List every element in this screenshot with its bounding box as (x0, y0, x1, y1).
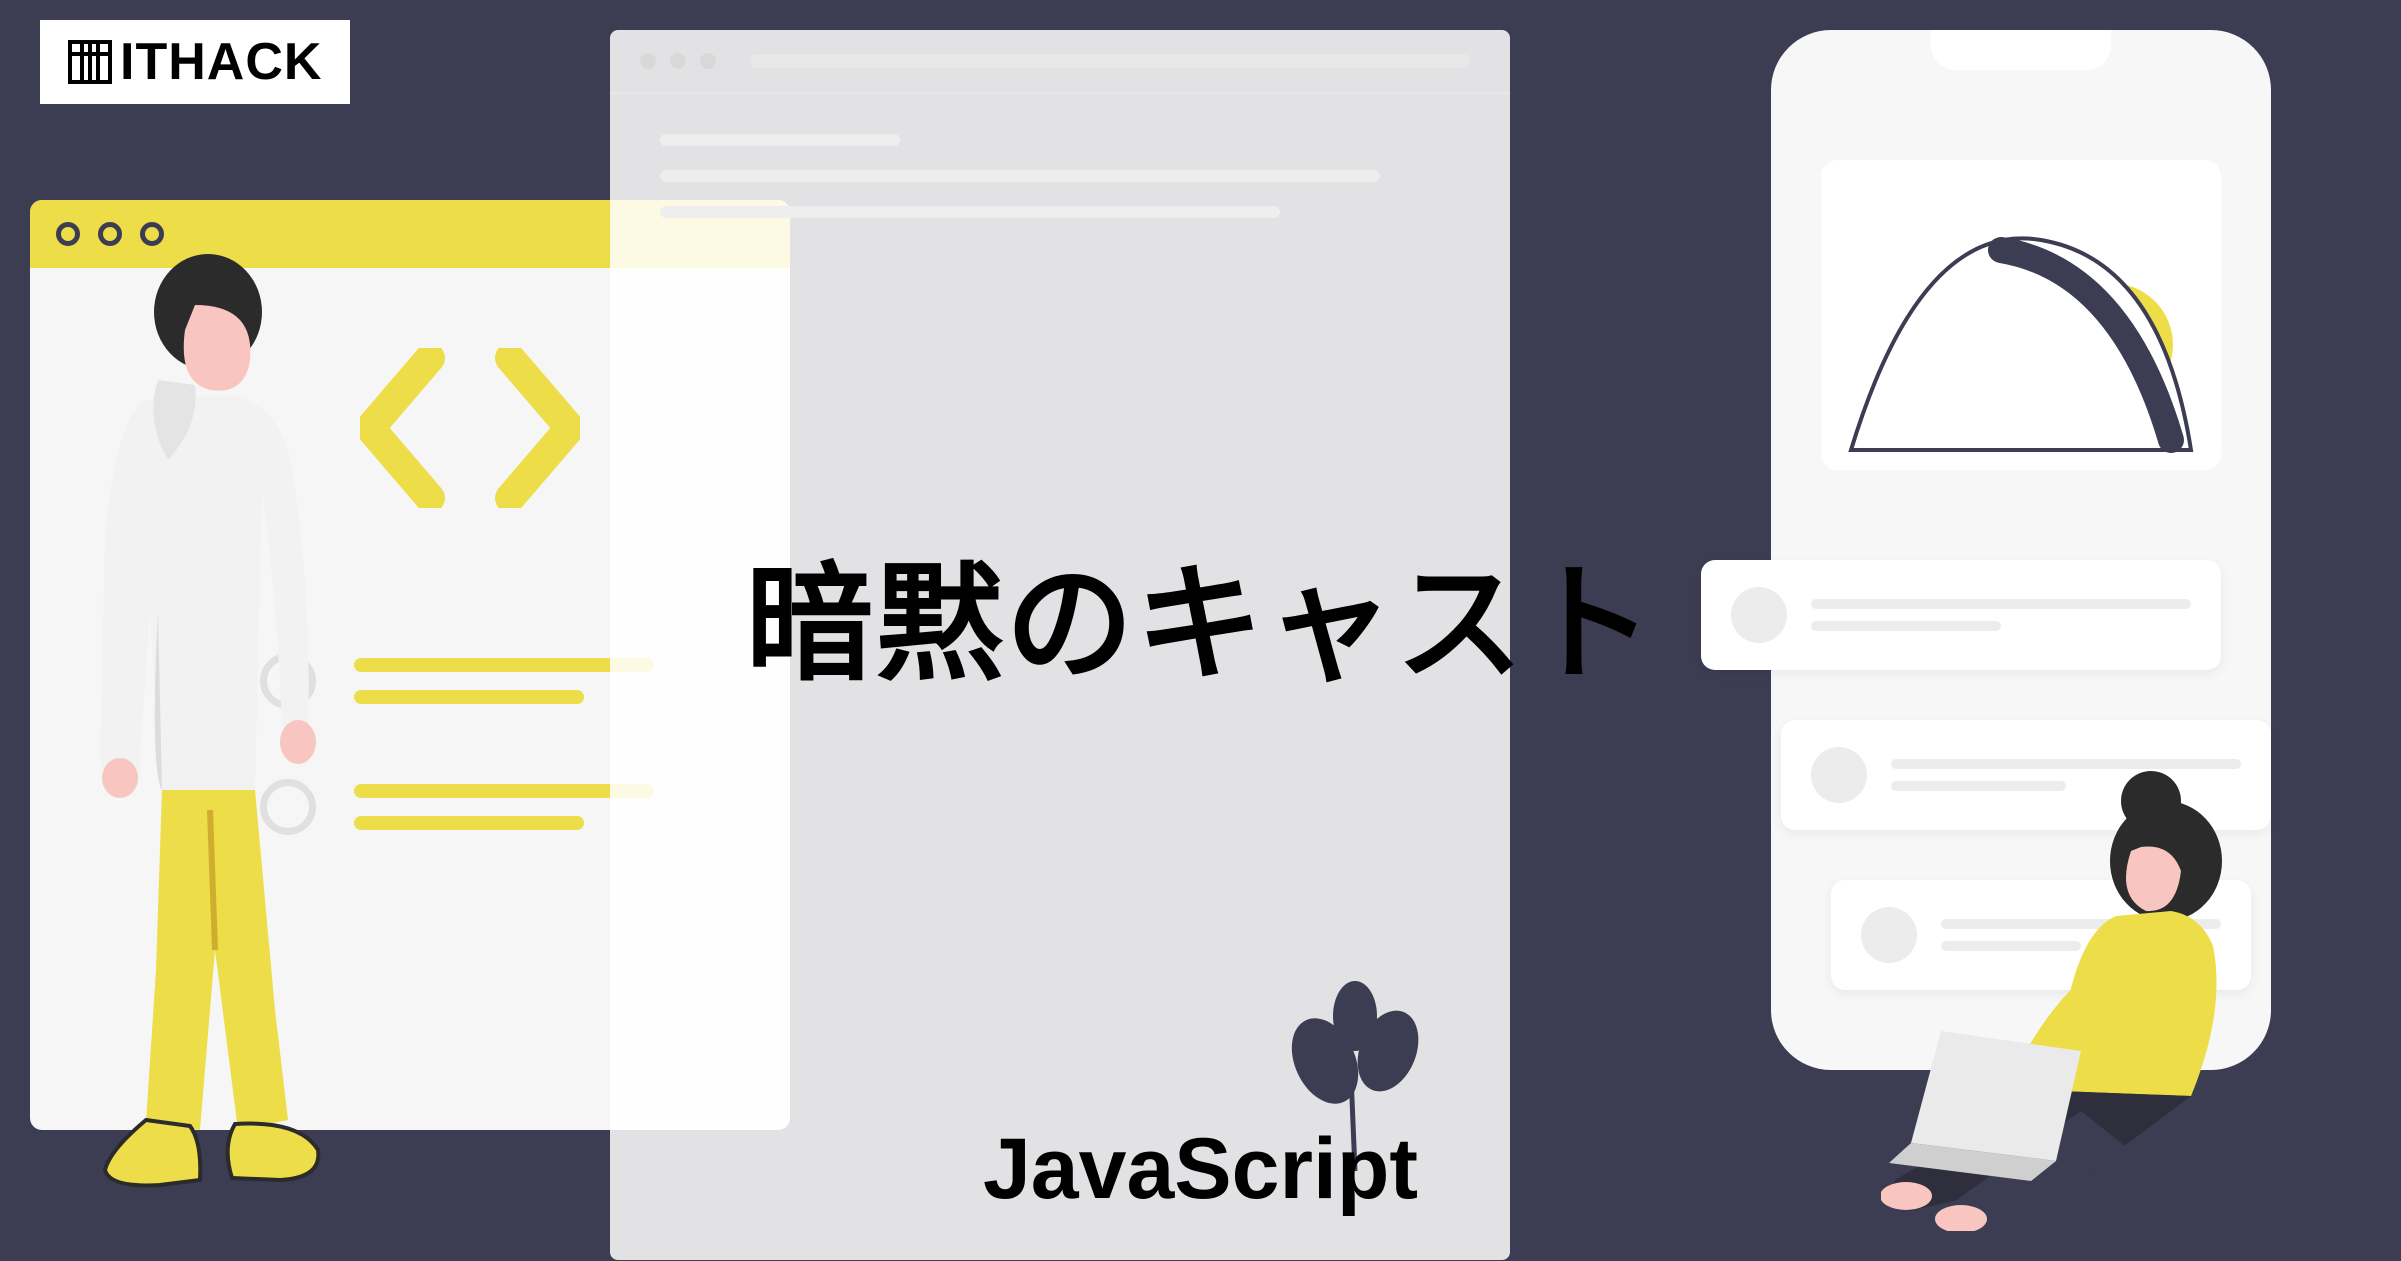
window-control-dot (670, 53, 686, 69)
avatar-placeholder (1811, 747, 1867, 803)
window-control-dot (700, 53, 716, 69)
window-control-dot (98, 222, 122, 246)
main-title: 暗黙のキャスト (0, 520, 2401, 705)
placeholder-line (660, 206, 1280, 218)
standing-person-illustration (50, 250, 330, 1190)
window-control-dot (56, 222, 80, 246)
code-brackets-icon (360, 348, 580, 508)
window-control-dot (640, 53, 656, 69)
document-header (610, 30, 1510, 94)
logo-icon (68, 40, 112, 84)
document-body (610, 94, 1510, 282)
phone-notch (1931, 30, 2111, 70)
address-bar-placeholder (750, 54, 1470, 68)
placeholder-line (354, 816, 584, 830)
logo-text: ITHACK (120, 32, 322, 92)
logo-badge: ITHACK (40, 20, 350, 104)
window-control-dot (140, 222, 164, 246)
placeholder-line (354, 784, 654, 798)
phone-hero-image (1821, 160, 2221, 470)
placeholder-line (660, 170, 1380, 182)
sub-title: JavaScript (0, 1120, 2401, 1219)
placeholder-line (660, 134, 900, 146)
